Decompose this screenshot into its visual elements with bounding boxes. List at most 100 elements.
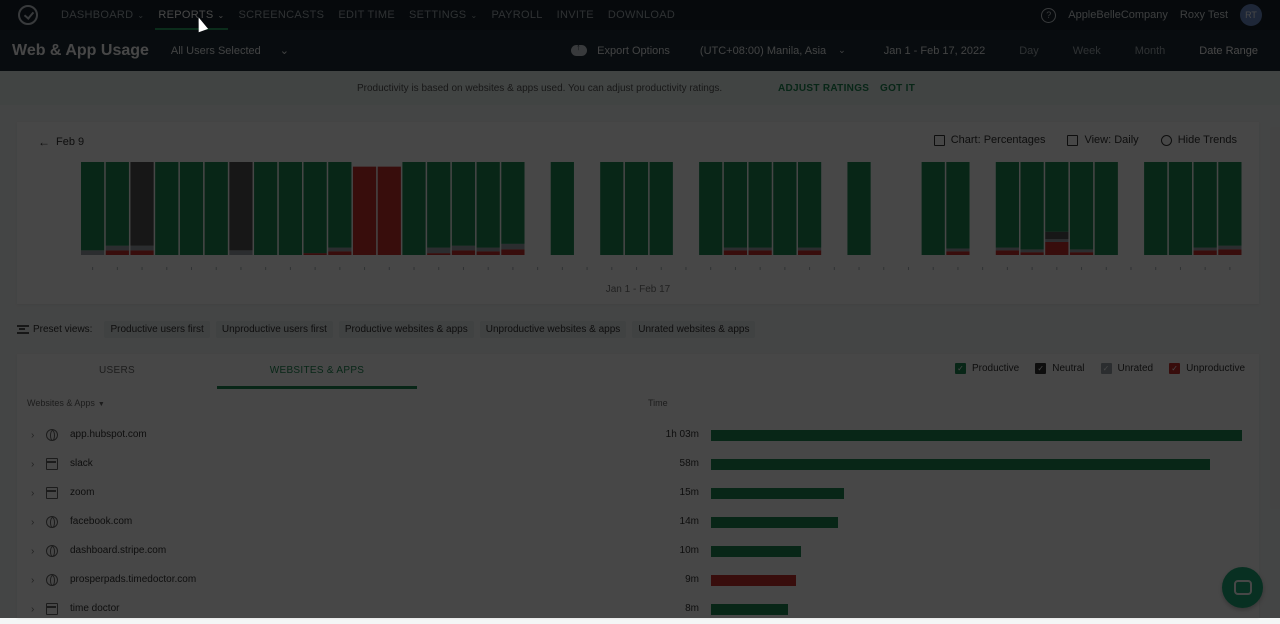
chart-bar-productive-22[interactable] [624, 162, 649, 255]
chart-bar-unproductive-9[interactable] [303, 253, 327, 255]
tab-users[interactable]: USERS [17, 354, 217, 386]
chart-bar-unproductive-26[interactable] [723, 250, 748, 255]
chart-bar-unrated-40[interactable] [1069, 249, 1094, 253]
chart-bar-productive-0[interactable] [81, 162, 105, 251]
chart-bar-unproductive-12[interactable] [377, 166, 401, 255]
avatar[interactable]: RT [1240, 4, 1262, 26]
chart-bar-productive-26[interactable] [723, 162, 748, 248]
chart-bar-productive-15[interactable] [451, 162, 476, 246]
chart-bar-neutral-39[interactable] [1045, 231, 1069, 240]
chart-bar-unrated-29[interactable] [797, 247, 822, 251]
chart-bar-productive-8[interactable] [278, 162, 303, 255]
chart-bar-unproductive-29[interactable] [797, 250, 822, 255]
preset-chip[interactable]: Productive websites & apps [338, 320, 474, 338]
nav-item-edit-time[interactable]: EDIT TIME [331, 0, 402, 30]
chart-bar-productive-3[interactable] [155, 162, 179, 255]
chart-bar-productive-21[interactable] [600, 162, 624, 255]
chart-bar-neutral-2[interactable] [130, 162, 154, 246]
chart-bar-unproductive-37[interactable] [995, 250, 1019, 255]
chart-bar-productive-37[interactable] [995, 162, 1019, 248]
table-row[interactable]: › slack 58m [17, 450, 1259, 479]
chart-bar-unrated-0[interactable] [81, 250, 105, 255]
chart-bar-productive-31[interactable] [847, 162, 871, 255]
timedoctor-logo-icon[interactable] [18, 5, 38, 25]
chart-bar-unrated-16[interactable] [476, 247, 500, 252]
nav-item-reports[interactable]: REPORTS ⌄ [151, 0, 231, 30]
period-tab-month[interactable]: Month [1135, 45, 1166, 57]
column-header-name[interactable]: Websites & Apps ▼ [27, 398, 105, 408]
chevron-down-icon[interactable]: ⌄ [838, 45, 846, 56]
legend-unproductive[interactable]: ✓ Unproductive [1169, 363, 1245, 374]
table-row[interactable]: › app.hubspot.com 1h 03m [17, 421, 1259, 450]
chart-bar-productive-38[interactable] [1020, 162, 1044, 250]
chart-bar-productive-10[interactable] [328, 162, 352, 248]
chart-bar-unrated-1[interactable] [105, 245, 129, 251]
got-it-button[interactable]: GOT IT [880, 83, 915, 94]
back-button[interactable]: ← Feb 9 [38, 135, 84, 149]
chart-bar-unproductive-45[interactable] [1193, 250, 1217, 255]
table-row[interactable]: › dashboard.stripe.com 10m [17, 537, 1259, 566]
chart-bar-productive-4[interactable] [179, 162, 204, 255]
chevron-right-icon[interactable]: › [31, 488, 34, 499]
nav-item-download[interactable]: DOWNLOAD [601, 0, 682, 30]
chart-bar-unproductive-11[interactable] [352, 166, 377, 255]
chart-bar-productive-9[interactable] [303, 162, 327, 254]
table-row[interactable]: › zoom 15m [17, 479, 1259, 508]
timezone-select[interactable]: (UTC+08:00) Manila, Asia [700, 45, 826, 57]
legend-unrated[interactable]: ✓ Unrated [1100, 363, 1153, 374]
nav-item-screencasts[interactable]: SCREENCASTS [232, 0, 332, 30]
chevron-right-icon[interactable]: › [31, 430, 34, 441]
chart-bar-productive-40[interactable] [1069, 162, 1094, 250]
chart-bar-unproductive-35[interactable] [946, 251, 970, 255]
tab-websites-apps[interactable]: WEBSITES & APPS [217, 354, 417, 389]
chart-bar-unrated-10[interactable] [328, 247, 352, 252]
chart-bar-neutral-6[interactable] [229, 162, 253, 251]
chart-bar-unproductive-27[interactable] [748, 250, 772, 255]
user-select-dropdown[interactable]: All Users Selected ⌄ [171, 44, 289, 58]
chart-bar-productive-35[interactable] [946, 162, 970, 249]
column-header-time[interactable]: Time [648, 398, 668, 408]
user-name[interactable]: Roxy Test [1180, 9, 1228, 21]
chart-bar-productive-25[interactable] [699, 162, 723, 255]
preset-chip[interactable]: Productive users first [104, 320, 210, 338]
chart-bar-unproductive-38[interactable] [1020, 252, 1044, 255]
chart-bar-unproductive-14[interactable] [427, 253, 451, 255]
chart-bar-unrated-17[interactable] [501, 243, 525, 250]
chart-bar-productive-23[interactable] [649, 162, 673, 255]
chart-bar-unrated-15[interactable] [451, 245, 476, 251]
chart-tool-0[interactable]: Chart: Percentages [933, 134, 1045, 146]
chart-bar-unproductive-2[interactable] [130, 250, 154, 255]
chart-bar-productive-16[interactable] [476, 162, 500, 248]
chart-bar-productive-14[interactable] [427, 162, 451, 248]
preset-chip[interactable]: Unrated websites & apps [632, 320, 756, 338]
chart-bar-productive-28[interactable] [773, 162, 797, 255]
chart-bar-unrated-27[interactable] [748, 247, 772, 251]
preset-chip[interactable]: Unproductive websites & apps [479, 320, 627, 338]
chart-bar-productive-44[interactable] [1168, 162, 1193, 255]
date-range-picker[interactable]: Jan 1 - Feb 17, 2022 [884, 45, 986, 57]
chart-bar-productive-17[interactable] [501, 162, 525, 244]
nav-item-dashboard[interactable]: DASHBOARD ⌄ [54, 0, 151, 30]
chevron-right-icon[interactable]: › [31, 546, 34, 557]
table-row[interactable]: › facebook.com 14m [17, 508, 1259, 537]
chart-bar-productive-34[interactable] [921, 162, 945, 255]
preset-chip[interactable]: Unproductive users first [215, 320, 333, 338]
chart-bar-unproductive-46[interactable] [1218, 249, 1242, 255]
chevron-right-icon[interactable]: › [31, 517, 34, 528]
chart-bar-productive-41[interactable] [1094, 162, 1118, 255]
nav-item-settings[interactable]: SETTINGS ⌄ [402, 0, 484, 30]
chart-bar-productive-46[interactable] [1218, 162, 1242, 246]
chart-bar-productive-39[interactable] [1045, 162, 1069, 232]
chart-bar-productive-13[interactable] [402, 162, 426, 255]
chart-bar-unrated-14[interactable] [427, 247, 451, 254]
chart-bar-unproductive-1[interactable] [105, 250, 129, 255]
chart-bar-productive-1[interactable] [105, 162, 129, 246]
help-icon[interactable]: ? [1041, 7, 1057, 23]
chart-bar-unrated-37[interactable] [995, 247, 1019, 251]
chart-bar-productive-7[interactable] [254, 162, 278, 255]
chart-bar-unrated-46[interactable] [1218, 245, 1242, 250]
chart-tool-1[interactable]: View: Daily [1067, 134, 1139, 146]
company-name[interactable]: AppleBelleCompany [1068, 9, 1168, 21]
period-tab-date-range[interactable]: Date Range [1199, 45, 1258, 57]
chart-bar-unrated-38[interactable] [1020, 249, 1044, 253]
